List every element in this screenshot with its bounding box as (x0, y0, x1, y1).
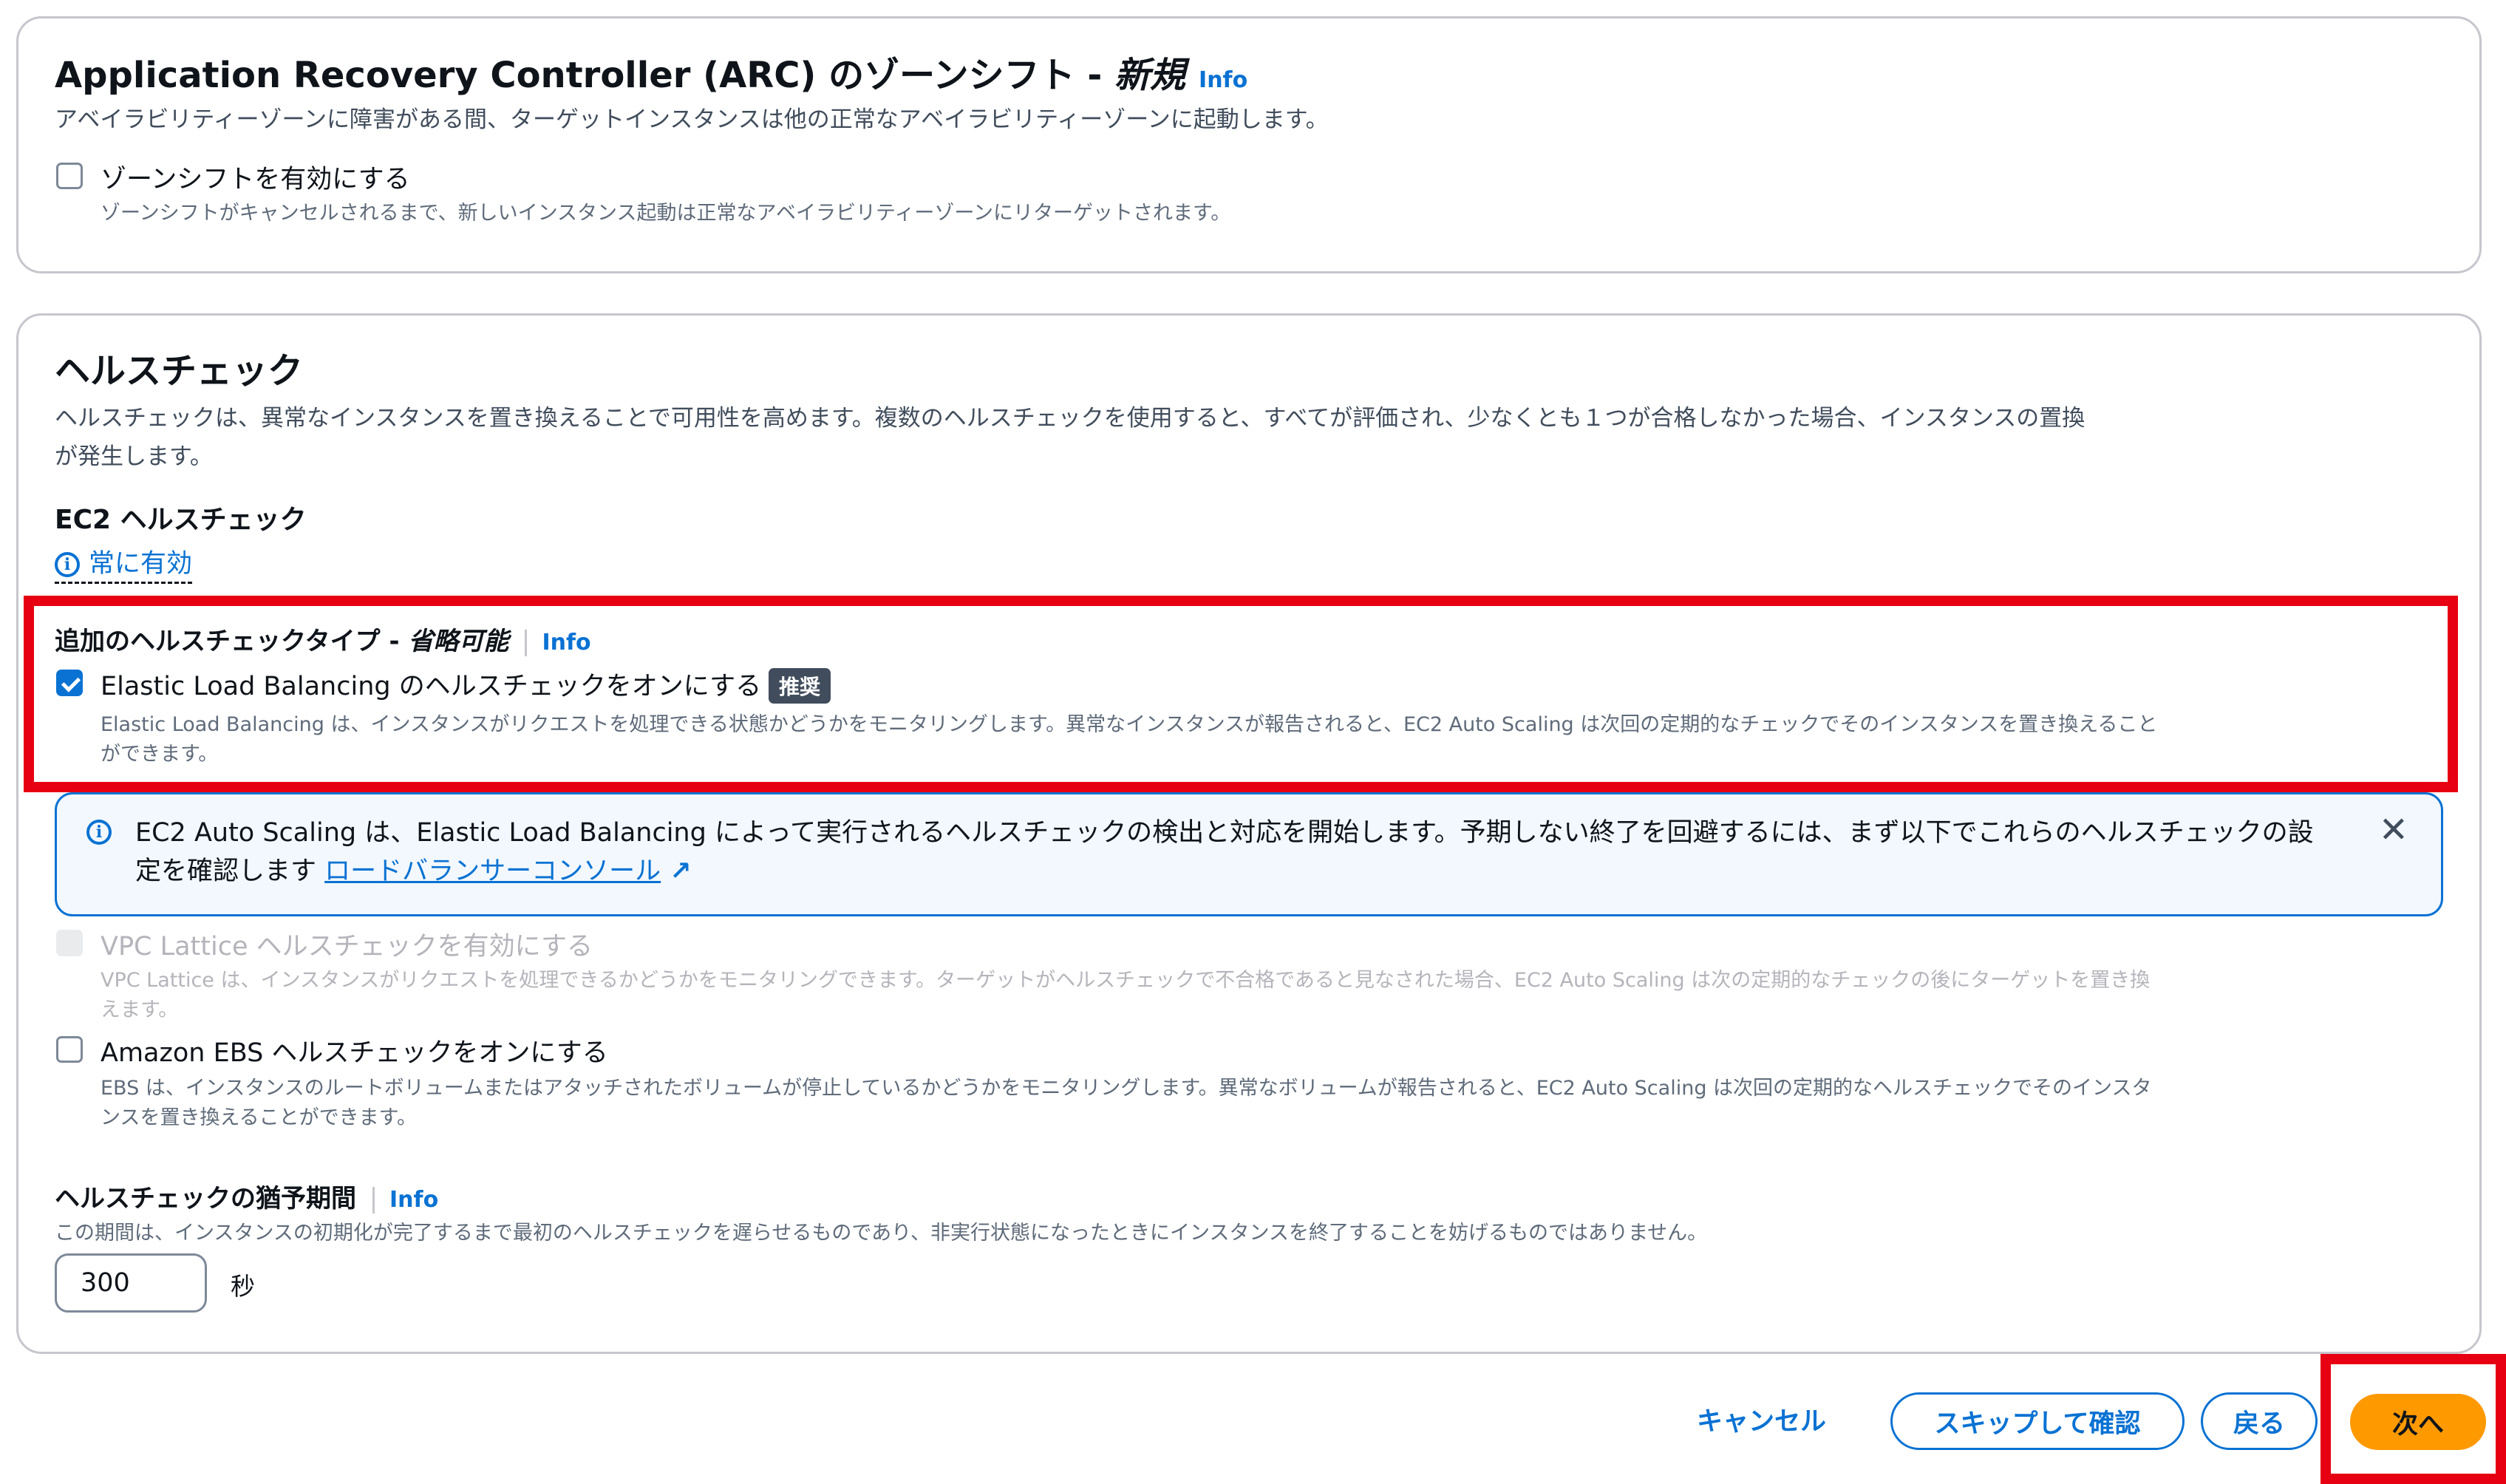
ebs-desc-2: ンスを置き換えることができます。 (101, 1106, 417, 1129)
separator (372, 1186, 375, 1214)
ec2-always-on[interactable]: i 常に有効 (55, 542, 193, 584)
vpc-lattice-desc-2: えます。 (101, 998, 179, 1021)
back-button[interactable]: 戻る (2201, 1392, 2318, 1450)
load-balancer-console-link[interactable]: ロードバランサーコンソール (324, 857, 661, 886)
health-check-description-1: ヘルスチェックは、異常なインスタンスを置き換えることで可用性を高めます。複数のヘ… (55, 405, 2086, 432)
highlight-box (24, 596, 2458, 792)
zone-shift-description: アベイラビリティーゾーンに障害がある間、ターゲットインスタンスは他の正常なアベイ… (55, 106, 1329, 133)
skip-to-review-button[interactable]: スキップして確認 (1890, 1392, 2185, 1450)
health-check-title: ヘルスチェック (55, 350, 304, 392)
zone-shift-checkbox-desc: ゾーンシフトがキャンセルされるまで、新しいインスタンス起動は正常なアベイラビリテ… (101, 202, 1231, 225)
vpc-lattice-checkbox[interactable] (56, 930, 83, 956)
vpc-lattice-label: VPC Lattice ヘルスチェックを有効にする (101, 932, 593, 961)
alert-text: EC2 Auto Scaling は、Elastic Load Balancin… (135, 818, 2314, 886)
ec2-health-check-label: EC2 ヘルスチェック (55, 505, 307, 535)
next-highlight-box (2321, 1354, 2506, 1484)
grace-period-input[interactable] (55, 1253, 207, 1313)
ebs-checkbox[interactable] (56, 1036, 83, 1063)
alert-info-icon: i (86, 820, 112, 845)
zone-shift-checkbox[interactable] (56, 163, 83, 189)
grace-period-unit: 秒 (231, 1272, 255, 1301)
elb-info-alert: i EC2 Auto Scaling は、Elastic Load Balanc… (55, 792, 2443, 916)
grace-period-label: ヘルスチェックの猶予期間 Info (55, 1184, 439, 1214)
info-circle-icon: i (55, 552, 80, 577)
zone-shift-info-link[interactable]: Info (1199, 67, 1247, 93)
cancel-button[interactable]: キャンセル (1692, 1400, 1831, 1439)
zone-shift-checkbox-label[interactable]: ゾーンシフトを有効にする (101, 158, 410, 196)
grace-info-link[interactable]: Info (389, 1187, 438, 1213)
vpc-lattice-desc-1: VPC Lattice は、インスタンスがリクエストを処理できるかどうかをモニタ… (101, 969, 2151, 992)
close-icon[interactable]: ✕ (2379, 809, 2408, 851)
zone-shift-title: Application Recovery Controller (ARC) のゾ… (55, 55, 1248, 96)
ebs-desc-1: EBS は、インスタンスのルートボリュームまたはアタッチされたボリュームが停止し… (101, 1077, 2152, 1100)
grace-period-desc: この期間は、インスタンスの初期化が完了するまで最初のヘルスチェックを遅らせるもの… (55, 1222, 1708, 1245)
health-check-description-2: が発生します。 (55, 443, 213, 470)
external-link-icon[interactable]: ↗ (661, 857, 691, 886)
ebs-checkbox-label[interactable]: Amazon EBS ヘルスチェックをオンにする (101, 1032, 608, 1069)
